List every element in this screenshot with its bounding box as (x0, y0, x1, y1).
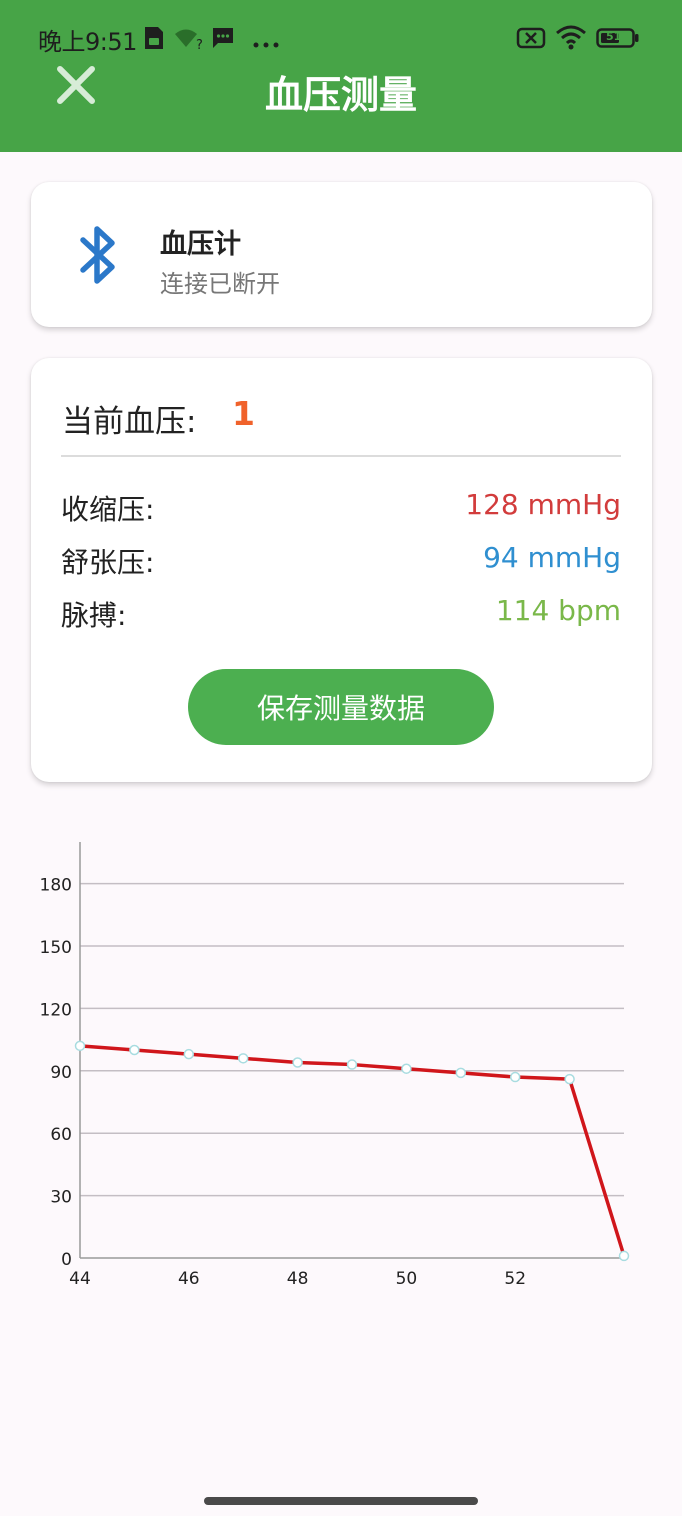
current-bp-label: 当前血压: (62, 404, 197, 440)
systolic-label: 收缩压: (61, 493, 155, 526)
divider (61, 455, 621, 457)
data-point (237, 1053, 249, 1064)
sim-icon (143, 26, 165, 54)
x-tick-label: 48 (287, 1269, 309, 1289)
y-tick-label: 0 (61, 1250, 72, 1270)
data-point (292, 1057, 303, 1068)
y-tick-label: 120 (40, 1000, 72, 1020)
systolic-value: 128 mmHg (465, 488, 621, 521)
device-connection-status: 连接已断开 (160, 270, 280, 298)
diastolic-label: 舒张压: (61, 546, 155, 579)
wifi-question-icon: ? (175, 28, 205, 54)
data-point (346, 1059, 358, 1070)
data-point (564, 1073, 575, 1085)
page-title: 血压测量 (264, 73, 417, 117)
x-tick-label: 52 (504, 1269, 526, 1289)
y-tick-label: 90 (50, 1063, 72, 1083)
data-point (129, 1044, 140, 1056)
home-indicator[interactable] (204, 1497, 478, 1505)
data-point (74, 1040, 86, 1052)
x-tick-label: 44 (69, 1269, 91, 1289)
save-measurement-button[interactable]: 保存测量数据 (188, 669, 494, 745)
current-bp-value: 1 (232, 394, 255, 433)
battery-level: 51 (606, 30, 622, 43)
status-time: 晚上9:51 (38, 28, 137, 56)
diastolic-value: 94 mmHg (483, 541, 621, 574)
y-tick-label: 180 (40, 876, 72, 896)
no-sim-icon (516, 27, 546, 53)
data-point (509, 1071, 521, 1083)
pulse-label: 脉搏: (61, 599, 127, 632)
more-notifications-icon (253, 34, 279, 53)
x-tick-label: 50 (396, 1269, 418, 1289)
bluetooth-icon (78, 222, 118, 292)
device-card[interactable] (31, 182, 652, 327)
svg-text:?: ? (196, 38, 203, 50)
device-name: 血压计 (160, 229, 241, 260)
data-point (183, 1048, 195, 1060)
data-point (455, 1067, 467, 1079)
message-icon (211, 26, 235, 54)
y-tick-label: 60 (50, 1125, 72, 1145)
x-tick-label: 46 (178, 1269, 200, 1289)
bp-trend-chart: 0 30 60 90 120 150 180 44 46 48 50 52 (40, 842, 630, 1289)
pulse-value: 114 bpm (495, 594, 621, 627)
y-tick-label: 30 (50, 1188, 72, 1208)
data-point (618, 1250, 630, 1262)
data-point (401, 1063, 412, 1074)
wifi-icon (555, 24, 587, 54)
series-line (79, 1044, 626, 1257)
y-tick-label: 150 (40, 938, 72, 958)
